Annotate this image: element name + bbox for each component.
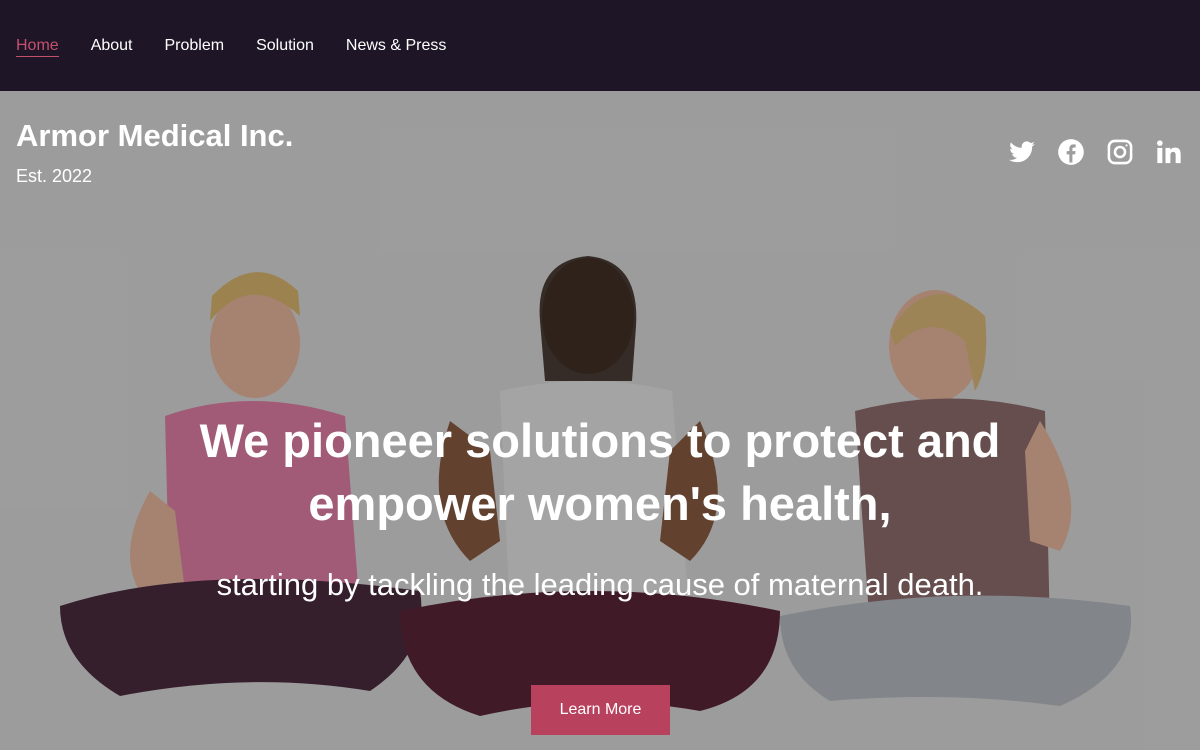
hero-headline: We pioneer solutions to protect and empo… [100,409,1100,535]
social-links [1008,138,1183,166]
nav-item-about[interactable]: About [91,37,133,57]
nav-item-solution[interactable]: Solution [256,37,314,57]
twitter-icon[interactable] [1008,138,1036,166]
linkedin-icon[interactable] [1155,138,1183,166]
hero-headline-line1: We pioneer solutions to protect and [199,414,1001,467]
facebook-icon[interactable] [1057,138,1085,166]
brand-subtitle: Est. 2022 [16,166,93,186]
nav-item-news-press[interactable]: News & Press [346,37,446,57]
brand-title: Armor Medical Inc. [16,118,294,153]
top-navbar: Home About Problem Solution News & Press [0,0,1200,91]
hero-headline-line2: empower women's health, [308,477,892,530]
hero-section: Armor Medical Inc. Est. 2022 We pioneer … [0,91,1200,750]
brand-block: Armor Medical Inc. Est. 2022 [16,118,294,187]
nav-item-home[interactable]: Home [16,37,59,57]
hero-subheadline: starting by tackling the leading cause o… [216,567,984,602]
nav-list: Home About Problem Solution News & Press [16,36,446,57]
learn-more-button[interactable]: Learn More [531,685,670,735]
instagram-icon[interactable] [1106,138,1134,166]
nav-item-problem[interactable]: Problem [165,37,225,57]
